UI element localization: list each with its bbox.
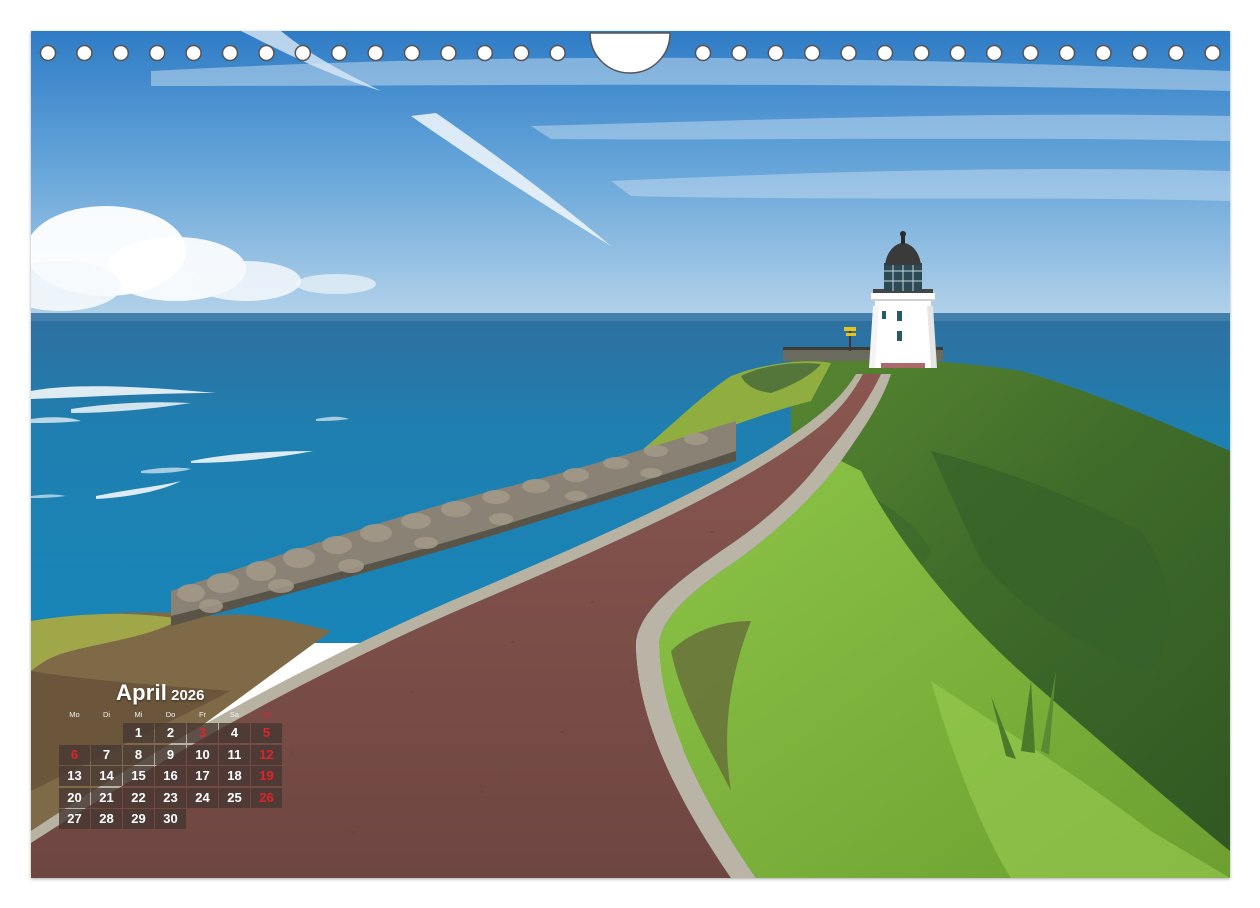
- calendar-day-cell: 14: [91, 766, 122, 786]
- calendar-day-cell: 8: [123, 744, 154, 765]
- binding-hole: [76, 44, 93, 62]
- calendar-day-cell: 3: [187, 723, 218, 743]
- calendar-day-cell: 10: [187, 744, 218, 765]
- calendar-title: April 2026: [116, 677, 291, 709]
- calendar-day-cell: 11: [219, 744, 250, 765]
- binding-hole: [949, 44, 967, 62]
- binding-hole: [185, 44, 202, 62]
- binding-hole: [148, 44, 166, 62]
- binding-hole: [294, 44, 312, 62]
- weekday-label: Fr: [198, 710, 207, 719]
- calendar-day-cell: 20: [59, 787, 90, 808]
- calendar-day-cell: 7: [91, 744, 122, 765]
- calendar-day-cell: 21: [91, 787, 122, 808]
- calendar-day-cell: 22: [123, 787, 154, 808]
- binding-hole: [39, 44, 57, 62]
- calendar-day-cell: 12: [251, 744, 282, 765]
- binding-hole: [1022, 44, 1039, 62]
- weekday-label: Di: [102, 710, 111, 719]
- calendar-empty-cell: [59, 723, 90, 743]
- calendar-page: April 2026 Mo Di Mi Do Fr Sa So 1 2 3 4 5 6 7 8 9 10 11 12…: [0, 0, 1260, 908]
- binding-hole: [985, 44, 1003, 62]
- binding-hole: [803, 44, 821, 62]
- calendar-day-cell: 5: [251, 723, 282, 743]
- binding-hole: [367, 44, 384, 62]
- binding-hole: [913, 44, 930, 62]
- calendar-day-cell: 6: [59, 744, 90, 765]
- binding-hole: [512, 44, 530, 62]
- calendar-day-cell: 19: [251, 766, 282, 786]
- calendar-day-cell: 23: [155, 787, 186, 808]
- binding-hole: [876, 44, 894, 62]
- binding-hole: [440, 44, 457, 62]
- calendar-day-cell: 26: [251, 787, 282, 808]
- calendar-day-cell: 9: [155, 744, 186, 765]
- calendar-day-cell: 29: [123, 809, 154, 829]
- weekday-label: Do: [165, 710, 176, 719]
- calendar-day-cell: 24: [187, 787, 218, 808]
- binding-hole: [112, 44, 130, 62]
- calendar-day-cell: 17: [187, 766, 218, 786]
- binding-hole: [221, 44, 239, 62]
- binding-hole: [1058, 44, 1076, 62]
- binding-hole: [767, 44, 785, 62]
- binding-hole: [330, 44, 348, 62]
- binding-hole: [549, 44, 566, 62]
- calendar-year: 2026: [171, 687, 205, 704]
- calendar-weekday-row: Mo Di Mi Do Fr Sa So: [59, 709, 291, 723]
- weekday-label: So: [261, 710, 272, 719]
- calendar-day-cell: 27: [59, 809, 90, 829]
- binding-hole: [840, 44, 857, 62]
- calendar-day-cell: 13: [59, 766, 90, 786]
- calendar-day-cell: 30: [155, 809, 186, 829]
- calendar-month: April: [116, 680, 168, 705]
- binding-hole: [1167, 44, 1185, 62]
- calendar-day-cell: 2: [155, 723, 186, 743]
- month-calendar: April 2026 Mo Di Mi Do Fr Sa So 1 2 3 4 5 6 7 8 9 10 11 12…: [59, 677, 291, 829]
- calendar-day-cell: 4: [219, 723, 250, 743]
- binding-hole: [403, 44, 421, 62]
- hanger-cutout: [589, 32, 671, 74]
- calendar-day-cell: 16: [155, 766, 186, 786]
- weekday-label: Mi: [134, 710, 143, 719]
- binding-hole: [476, 44, 494, 62]
- calendar-empty-cell: [91, 723, 122, 743]
- binding-hole: [1131, 44, 1149, 62]
- binding-holes: [39, 32, 1221, 74]
- weekday-label: Sa: [229, 710, 240, 719]
- calendar-day-cell: 18: [219, 766, 250, 786]
- binding-hole: [731, 44, 748, 62]
- calendar-day-grid: 1 2 3 4 5 6 7 8 9 10 11 12 13 14 15 16 17 18 19 20 21 22 23 24 2…: [59, 723, 291, 829]
- binding-hole: [694, 44, 712, 62]
- binding-hole: [1204, 44, 1221, 62]
- calendar-day-cell: 15: [123, 766, 154, 786]
- binding-hole: [1095, 44, 1112, 62]
- binding-hole: [258, 44, 275, 62]
- calendar-day-cell: 28: [91, 809, 122, 829]
- calendar-day-cell: 1: [123, 723, 154, 743]
- weekday-label: Mo: [69, 710, 80, 719]
- calendar-day-cell: 25: [219, 787, 250, 808]
